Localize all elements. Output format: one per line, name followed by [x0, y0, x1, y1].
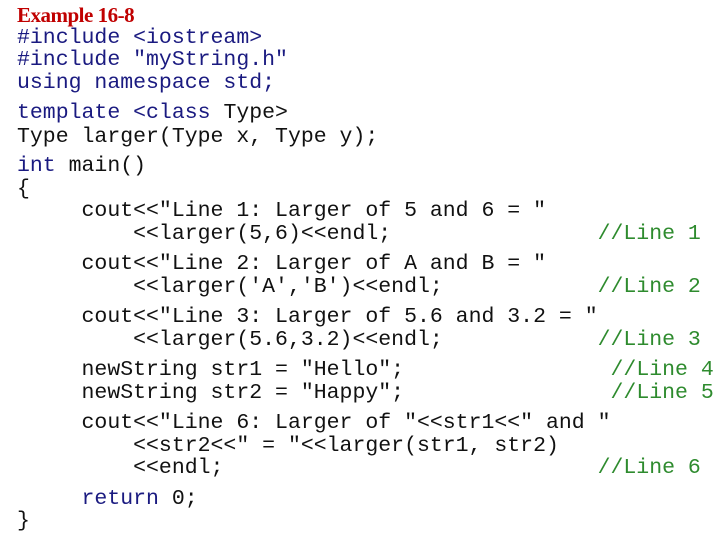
- example-title: Example 16-8: [17, 3, 135, 27]
- code-comment: //Line 6: [223, 456, 701, 480]
- code-keyword: return: [81, 487, 159, 511]
- code-line: #include <iostream>: [17, 26, 262, 50]
- code-text: 0;: [158, 487, 198, 511]
- code-line: cout<<"Line 6: Larger of "<<str1<<" and …: [17, 411, 611, 435]
- code-text: Type larger(Type x, Type y);: [17, 125, 379, 149]
- code-text: cout<<"Line 2: Larger of A and B = ": [17, 252, 547, 276]
- code-line: <<str2<<" = "<<larger(str1, str2): [17, 434, 559, 458]
- code-text: <<larger(5.6,3.2)<<endl;: [17, 328, 443, 352]
- code-keyword: #include "myString.h": [17, 48, 288, 72]
- code-line: <<endl; //Line 6: [17, 456, 701, 480]
- code-keyword: int: [17, 154, 56, 178]
- code-line: newString str1 = "Hello"; //Line 4: [17, 358, 714, 382]
- code-text: main(): [55, 154, 147, 178]
- code-text: cout<<"Line 1: Larger of 5 and 6 = ": [17, 199, 547, 223]
- code-line: template <class Type>: [17, 101, 288, 125]
- code-keyword: using namespace std;: [17, 71, 276, 95]
- code-line: {: [17, 177, 30, 201]
- code-comment: //Line 2: [442, 275, 701, 299]
- code-line: using namespace std;: [17, 71, 275, 95]
- code-line: Type larger(Type x, Type y);: [17, 125, 378, 149]
- code-text: Type>: [223, 101, 288, 125]
- code-line: return 0;: [17, 487, 198, 511]
- code-line: newString str2 = "Happy"; //Line 5: [17, 381, 714, 405]
- code-text: <<str2<<" = "<<larger(str1, str2): [17, 434, 559, 458]
- code-line: }: [17, 509, 30, 533]
- code-text: <<larger('A','B')<<endl;: [17, 275, 443, 299]
- code-line: <<larger('A','B')<<endl; //Line 2: [17, 275, 701, 299]
- code-text: {: [17, 177, 30, 201]
- code-text: cout<<"Line 3: Larger of 5.6 and 3.2 = ": [17, 305, 598, 329]
- code-comment: //Line 1: [391, 222, 701, 246]
- code-line: #include "myString.h": [17, 48, 288, 72]
- code-comment: //Line 5: [404, 381, 714, 405]
- code-line: <<larger(5,6)<<endl; //Line 1: [17, 222, 701, 246]
- code-comment: //Line 3: [442, 328, 701, 352]
- code-text: cout<<"Line 6: Larger of "<<str1<<" and …: [17, 411, 611, 435]
- code-keyword: template <class: [17, 101, 224, 125]
- code-line: <<larger(5.6,3.2)<<endl; //Line 3: [17, 328, 701, 352]
- code-line: int main(): [17, 154, 146, 178]
- code-line: cout<<"Line 1: Larger of 5 and 6 = ": [17, 199, 547, 223]
- code-text: }: [17, 509, 30, 533]
- code-text: newString str2 = "Happy";: [17, 381, 405, 405]
- code-keyword: #include <iostream>: [17, 26, 263, 50]
- code-text: <<endl;: [17, 456, 224, 480]
- code-line: cout<<"Line 3: Larger of 5.6 and 3.2 = ": [17, 305, 598, 329]
- code-line: cout<<"Line 2: Larger of A and B = ": [17, 252, 547, 276]
- code-comment: //Line 4: [404, 358, 714, 382]
- code-text: newString str1 = "Hello";: [17, 358, 405, 382]
- code-text: <<larger(5,6)<<endl;: [17, 222, 392, 246]
